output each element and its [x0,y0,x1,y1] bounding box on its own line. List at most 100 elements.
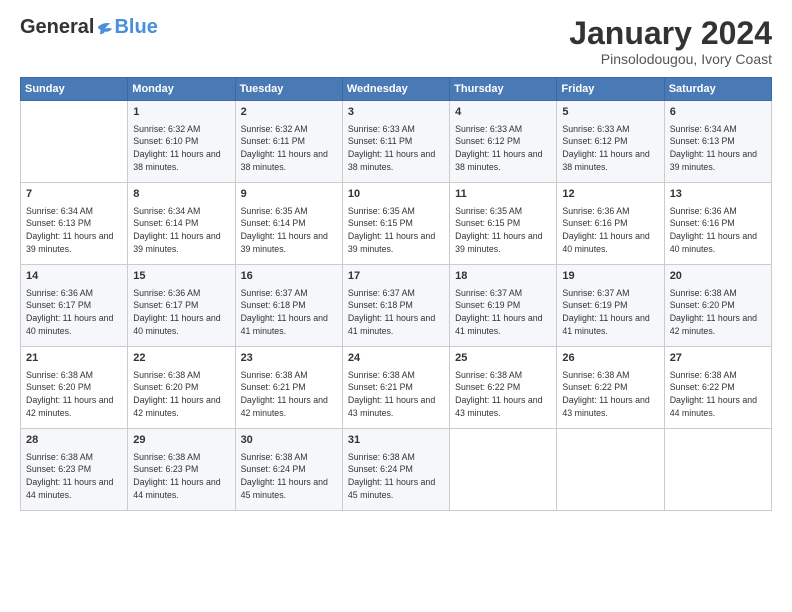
cell-info: Sunrise: 6:36 AM Sunset: 6:16 PM Dayligh… [670,205,766,256]
calendar-week-row: 7 Sunrise: 6:34 AM Sunset: 6:13 PM Daylig… [21,183,772,265]
calendar-cell: 18Sunrise: 6:37 AM Sunset: 6:19 PM Dayli… [450,265,557,347]
cell-info: Sunrise: 6:37 AM Sunset: 6:18 PM Dayligh… [241,287,337,338]
calendar-cell: 5 Sunrise: 6:33 AM Sunset: 6:12 PM Daylig… [557,101,664,183]
cell-info: Sunrise: 6:33 AM Sunset: 6:12 PM Dayligh… [562,123,658,174]
cell-date-number: 5 [562,105,658,120]
cell-info: Sunrise: 6:34 AM Sunset: 6:13 PM Dayligh… [26,205,122,256]
calendar-cell: 20 Sunrise: 6:38 AM Sunset: 6:20 PM Dayli… [664,265,771,347]
cell-date-number: 15 [133,269,229,284]
calendar-day-header: Friday [557,78,664,101]
title-area: January 2024 Pinsolodougou, Ivory Coast [569,16,772,67]
cell-info: Sunrise: 6:38 AM Sunset: 6:21 PM Dayligh… [241,369,337,420]
calendar-week-row: 1 Sunrise: 6:32 AM Sunset: 6:10 PM Daylig… [21,101,772,183]
cell-info: Sunrise: 6:37 AM Sunset: 6:18 PM Dayligh… [348,287,444,338]
cell-date-number: 31 [348,433,444,448]
calendar-cell: 2 Sunrise: 6:32 AM Sunset: 6:11 PM Daylig… [235,101,342,183]
cell-date-number: 16 [241,269,337,284]
calendar-cell: 13 Sunrise: 6:36 AM Sunset: 6:16 PM Dayli… [664,183,771,265]
cell-date-number: 22 [133,351,229,366]
calendar-cell: 29 Sunrise: 6:38 AM Sunset: 6:23 PM Dayli… [128,429,235,511]
calendar-cell [450,429,557,511]
cell-date-number: 6 [670,105,766,120]
cell-date-number: 9 [241,187,337,202]
calendar-cell: 28 Sunrise: 6:38 AM Sunset: 6:23 PM Dayli… [21,429,128,511]
cell-date-number: 2 [241,105,337,120]
calendar-cell: 8 Sunrise: 6:34 AM Sunset: 6:14 PM Daylig… [128,183,235,265]
cell-date-number: 11 [455,187,551,202]
cell-info: Sunrise: 6:38 AM Sunset: 6:20 PM Dayligh… [133,369,229,420]
calendar-cell: 17 Sunrise: 6:37 AM Sunset: 6:18 PM Dayli… [342,265,449,347]
calendar-day-header: Sunday [21,78,128,101]
cell-info: Sunrise: 6:38 AM Sunset: 6:23 PM Dayligh… [133,451,229,502]
cell-date-number: 7 [26,187,122,202]
calendar-week-row: 14 Sunrise: 6:36 AM Sunset: 6:17 PM Dayli… [21,265,772,347]
cell-date-number: 13 [670,187,766,202]
cell-date-number: 24 [348,351,444,366]
calendar-cell: 15 Sunrise: 6:36 AM Sunset: 6:17 PM Dayli… [128,265,235,347]
calendar-day-header: Wednesday [342,78,449,101]
calendar-cell: 3 Sunrise: 6:33 AM Sunset: 6:11 PM Daylig… [342,101,449,183]
cell-info: Sunrise: 6:38 AM Sunset: 6:20 PM Dayligh… [670,287,766,338]
calendar-cell: 6Sunrise: 6:34 AM Sunset: 6:13 PM Daylig… [664,101,771,183]
cell-info: Sunrise: 6:38 AM Sunset: 6:23 PM Dayligh… [26,451,122,502]
cell-info: Sunrise: 6:35 AM Sunset: 6:14 PM Dayligh… [241,205,337,256]
calendar-cell: 16 Sunrise: 6:37 AM Sunset: 6:18 PM Dayli… [235,265,342,347]
logo-blue: Blue [114,16,157,39]
cell-date-number: 30 [241,433,337,448]
cell-info: Sunrise: 6:38 AM Sunset: 6:21 PM Dayligh… [348,369,444,420]
calendar-cell: 12 Sunrise: 6:36 AM Sunset: 6:16 PM Dayli… [557,183,664,265]
cell-date-number: 20 [670,269,766,284]
cell-info: Sunrise: 6:36 AM Sunset: 6:17 PM Dayligh… [133,287,229,338]
cell-date-number: 14 [26,269,122,284]
cell-date-number: 17 [348,269,444,284]
calendar-day-header: Monday [128,78,235,101]
cell-info: Sunrise: 6:38 AM Sunset: 6:24 PM Dayligh… [241,451,337,502]
logo: General Blue [20,16,158,39]
calendar-week-row: 28 Sunrise: 6:38 AM Sunset: 6:23 PM Dayli… [21,429,772,511]
calendar-day-header: Saturday [664,78,771,101]
calendar-cell: 10Sunrise: 6:35 AM Sunset: 6:15 PM Dayli… [342,183,449,265]
calendar-week-row: 21 Sunrise: 6:38 AM Sunset: 6:20 PM Dayli… [21,347,772,429]
cell-date-number: 21 [26,351,122,366]
calendar-cell [557,429,664,511]
calendar-table: SundayMondayTuesdayWednesdayThursdayFrid… [20,77,772,511]
cell-date-number: 3 [348,105,444,120]
cell-info: Sunrise: 6:32 AM Sunset: 6:10 PM Dayligh… [133,123,229,174]
cell-info: Sunrise: 6:36 AM Sunset: 6:17 PM Dayligh… [26,287,122,338]
cell-info: Sunrise: 6:34 AM Sunset: 6:14 PM Dayligh… [133,205,229,256]
calendar-cell: 9 Sunrise: 6:35 AM Sunset: 6:14 PM Daylig… [235,183,342,265]
calendar-cell: 24 Sunrise: 6:38 AM Sunset: 6:21 PM Dayli… [342,347,449,429]
calendar-cell: 7 Sunrise: 6:34 AM Sunset: 6:13 PM Daylig… [21,183,128,265]
cell-date-number: 28 [26,433,122,448]
calendar-cell: 21 Sunrise: 6:38 AM Sunset: 6:20 PM Dayli… [21,347,128,429]
calendar-header-row: SundayMondayTuesdayWednesdayThursdayFrid… [21,78,772,101]
cell-date-number: 8 [133,187,229,202]
cell-info: Sunrise: 6:32 AM Sunset: 6:11 PM Dayligh… [241,123,337,174]
calendar-cell: 25Sunrise: 6:38 AM Sunset: 6:22 PM Dayli… [450,347,557,429]
calendar-cell: 19 Sunrise: 6:37 AM Sunset: 6:19 PM Dayli… [557,265,664,347]
cell-date-number: 25 [455,351,551,366]
cell-date-number: 19 [562,269,658,284]
calendar-cell: 22 Sunrise: 6:38 AM Sunset: 6:20 PM Dayli… [128,347,235,429]
cell-info: Sunrise: 6:38 AM Sunset: 6:20 PM Dayligh… [26,369,122,420]
calendar-day-header: Thursday [450,78,557,101]
calendar-cell: 30 Sunrise: 6:38 AM Sunset: 6:24 PM Dayli… [235,429,342,511]
cell-info: Sunrise: 6:33 AM Sunset: 6:12 PM Dayligh… [455,123,551,174]
logo-text: General Blue [20,16,158,39]
cell-info: Sunrise: 6:33 AM Sunset: 6:11 PM Dayligh… [348,123,444,174]
cell-date-number: 1 [133,105,229,120]
cell-date-number: 23 [241,351,337,366]
cell-date-number: 18 [455,269,551,284]
cell-info: Sunrise: 6:36 AM Sunset: 6:16 PM Dayligh… [562,205,658,256]
cell-date-number: 4 [455,105,551,120]
cell-date-number: 29 [133,433,229,448]
cell-date-number: 12 [562,187,658,202]
calendar-cell: 11 Sunrise: 6:35 AM Sunset: 6:15 PM Dayli… [450,183,557,265]
page: General Blue January 2024 Pinsolodougou,… [0,0,792,612]
calendar-cell: 26Sunrise: 6:38 AM Sunset: 6:22 PM Dayli… [557,347,664,429]
calendar-cell: 23 Sunrise: 6:38 AM Sunset: 6:21 PM Dayli… [235,347,342,429]
month-title: January 2024 [569,16,772,51]
cell-info: Sunrise: 6:37 AM Sunset: 6:19 PM Dayligh… [562,287,658,338]
calendar-cell [664,429,771,511]
cell-info: Sunrise: 6:35 AM Sunset: 6:15 PM Dayligh… [455,205,551,256]
